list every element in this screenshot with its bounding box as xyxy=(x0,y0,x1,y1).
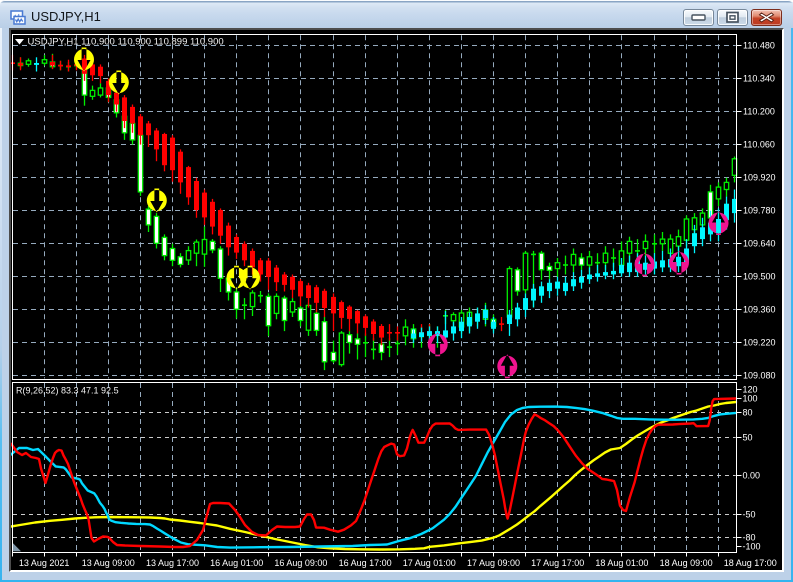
svg-text:109.500: 109.500 xyxy=(743,272,776,282)
svg-text:0.00: 0.00 xyxy=(743,471,761,481)
svg-text:110.200: 110.200 xyxy=(743,107,775,117)
svg-text:-50: -50 xyxy=(743,510,756,520)
svg-text:R(9,26,52) 83.3 47.1 92.5: R(9,26,52) 83.3 47.1 92.5 xyxy=(16,386,119,396)
svg-text:16 Aug 01:00: 16 Aug 01:00 xyxy=(210,558,263,568)
svg-text:109.780: 109.780 xyxy=(743,206,776,216)
svg-text:17 Aug 17:00: 17 Aug 17:00 xyxy=(531,558,584,568)
svg-text:109.220: 109.220 xyxy=(743,338,776,348)
svg-text:17 Aug 01:00: 17 Aug 01:00 xyxy=(403,558,456,568)
svg-text:18 Aug 17:00: 18 Aug 17:00 xyxy=(724,558,777,568)
svg-text:13 Aug 17:00: 13 Aug 17:00 xyxy=(146,558,199,568)
svg-text:109.920: 109.920 xyxy=(743,173,776,183)
svg-text:17 Aug 09:00: 17 Aug 09:00 xyxy=(467,558,520,568)
svg-text:109.640: 109.640 xyxy=(743,239,776,249)
svg-text:109.360: 109.360 xyxy=(743,305,776,315)
svg-text:16 Aug 09:00: 16 Aug 09:00 xyxy=(274,558,327,568)
svg-text:USDJPY,H1 110.900 110.900 110: USDJPY,H1 110.900 110.900 110.899 110.90… xyxy=(28,37,224,48)
svg-text:18 Aug 01:00: 18 Aug 01:00 xyxy=(595,558,648,568)
svg-text:18 Aug 09:00: 18 Aug 09:00 xyxy=(660,558,713,568)
svg-text:110.060: 110.060 xyxy=(743,140,775,150)
svg-text:100: 100 xyxy=(743,394,758,404)
svg-text:13 Aug 2021: 13 Aug 2021 xyxy=(19,558,70,568)
svg-text:16 Aug 17:00: 16 Aug 17:00 xyxy=(339,558,392,568)
svg-text:109.080: 109.080 xyxy=(743,371,776,381)
svg-text:50: 50 xyxy=(743,433,753,443)
svg-text:80: 80 xyxy=(743,408,753,418)
svg-text:13 Aug 09:00: 13 Aug 09:00 xyxy=(82,558,135,568)
svg-text:110.340: 110.340 xyxy=(743,74,775,84)
svg-text:-100: -100 xyxy=(743,542,761,552)
svg-text:110.480: 110.480 xyxy=(743,41,775,51)
